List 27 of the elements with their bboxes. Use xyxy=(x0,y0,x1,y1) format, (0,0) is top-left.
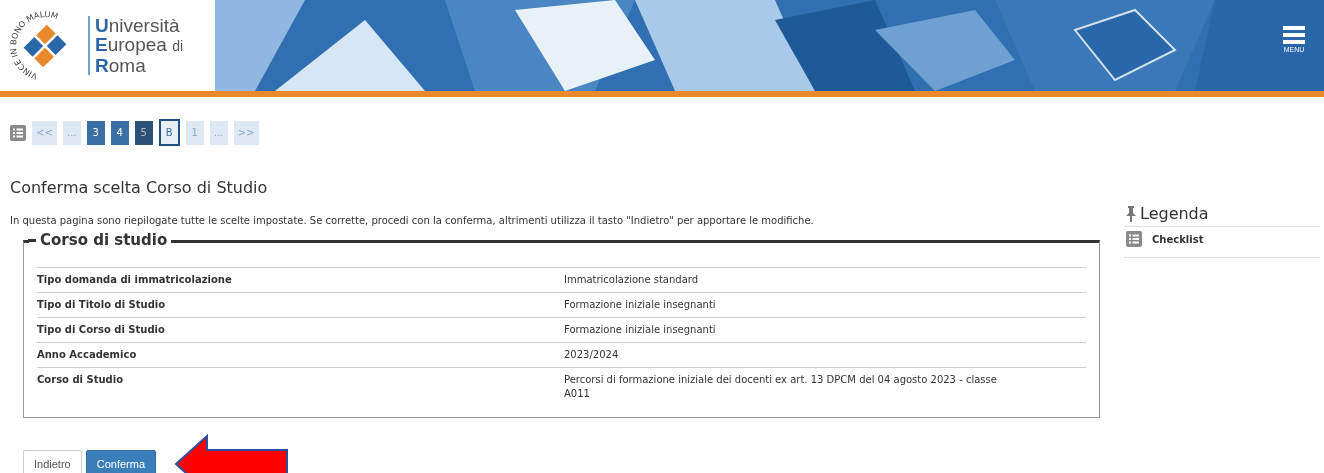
legend-title: Legenda xyxy=(1140,204,1209,223)
logo-wordmark-line: Europea di xyxy=(95,35,184,56)
pager-step[interactable]: 5 xyxy=(134,120,153,145)
field-label: Anno Accademico xyxy=(37,342,564,368)
confirm-button[interactable]: Conferma xyxy=(85,450,156,473)
pager-step[interactable]: 3 xyxy=(86,120,105,145)
pager-step[interactable]: 4 xyxy=(110,120,129,145)
description-text: In questa pagina sono riepilogate tutte le scelte impostate. Se corrette, procedi con la conferma, altrimenti utilizza il tasto "Indietro" per apportare le modifiche. xyxy=(10,215,815,226)
logo-wordmark-line: Università xyxy=(95,16,181,35)
field-value: 2023/2024 xyxy=(564,342,1086,368)
field-value: Percorsi di formazione iniziale dei docenti ex art. 13 DPCM del 04 agosto 2023 - classe A011 xyxy=(564,367,1086,406)
logo-wordmark-line: Roma xyxy=(95,56,147,75)
list-icon xyxy=(10,124,26,141)
menu-icon xyxy=(1283,26,1305,44)
pager-step[interactable]: B xyxy=(158,119,180,146)
list-icon xyxy=(1126,231,1142,247)
field-label: Tipo di Corso di Studio xyxy=(37,317,564,343)
field-value: Formazione iniziale insegnanti xyxy=(564,292,1086,318)
page-title: Conferma scelta Corso di Studio xyxy=(10,178,269,197)
field-value: Immatricolazione standard xyxy=(564,267,1086,293)
field-label: Corso di Studio xyxy=(37,367,564,406)
field-label: Tipo domanda di immatricolazione xyxy=(37,267,564,293)
pin-icon xyxy=(1126,205,1136,222)
field-label: Tipo di Titolo di Studio xyxy=(37,292,564,318)
field-value: Formazione iniziale insegnanti xyxy=(564,317,1086,343)
back-button[interactable]: Indietro xyxy=(23,450,82,473)
legend-item: Checklist xyxy=(1152,233,1204,245)
